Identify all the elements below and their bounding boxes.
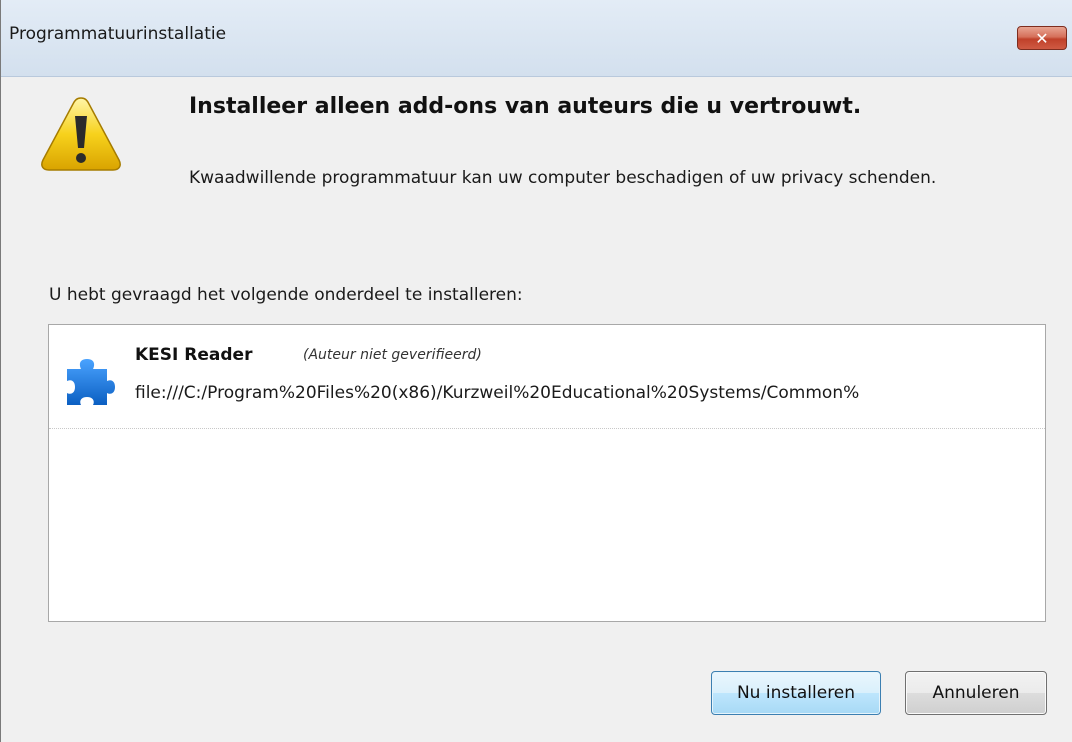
window-title: Programmatuurinstallatie	[9, 24, 227, 44]
warning-heading: Installeer alleen add-ons van auteurs di…	[189, 94, 862, 119]
warning-icon	[41, 97, 121, 171]
close-icon: ✕	[1035, 28, 1049, 48]
cancel-button[interactable]: Annuleren	[905, 671, 1047, 715]
addon-name: KESI Reader	[135, 345, 253, 365]
addon-verification-note: (Auteur niet geverifieerd)	[303, 347, 482, 363]
install-intro: U hebt gevraagd het volgende onderdeel t…	[49, 285, 523, 305]
puzzle-piece-icon	[67, 359, 115, 405]
close-button[interactable]: ✕	[1017, 26, 1067, 50]
title-bar[interactable]: Programmatuurinstallatie ✕	[1, 0, 1072, 77]
install-now-button[interactable]: Nu installeren	[711, 671, 881, 715]
addon-url: file:///C:/Program%20Files%20(x86)/Kurzw…	[135, 383, 860, 403]
list-item[interactable]: KESI Reader (Auteur niet geverifieerd) f…	[49, 325, 1045, 429]
warning-description: Kwaadwillende programmatuur kan uw compu…	[189, 168, 937, 188]
install-dialog: Programmatuurinstallatie ✕ Installeer al…	[0, 0, 1072, 742]
addon-list[interactable]: KESI Reader (Auteur niet geverifieerd) f…	[48, 324, 1046, 622]
